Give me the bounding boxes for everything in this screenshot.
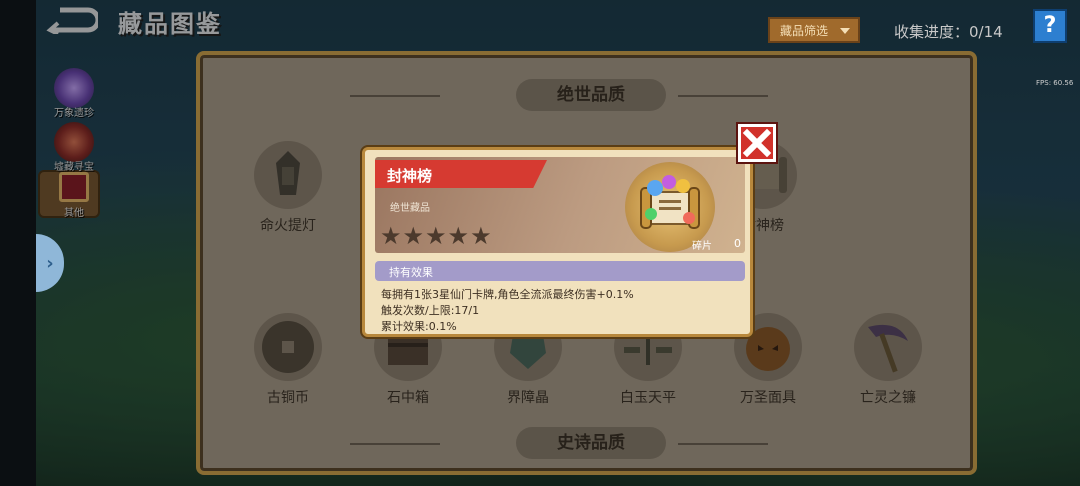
close-icon bbox=[742, 128, 772, 158]
help-button[interactable]: ? bbox=[1033, 9, 1067, 43]
effect-header: 持有效果 bbox=[389, 266, 433, 279]
item-detail-modal: 封神榜 绝世藏品 ★★★★★ 碎片 0 持有效果 每拥有1张3星仙门卡牌,角色全… bbox=[362, 147, 753, 337]
effect-text: 触发次数/上限:17/1 bbox=[381, 304, 480, 317]
fragment-count: 0 bbox=[734, 237, 741, 250]
item-rarity: 绝世藏品 bbox=[390, 203, 430, 214]
effect-text: 每拥有1张3星仙门卡牌,角色全流派最终伤害+0.1% bbox=[381, 288, 634, 301]
star-rating: ★★★★★ bbox=[380, 224, 493, 248]
close-button[interactable] bbox=[738, 124, 776, 162]
star-icon: ★ bbox=[380, 222, 402, 250]
fps-counter: FPS: 60.56 bbox=[1036, 79, 1074, 87]
star-icon: ★ bbox=[470, 222, 492, 250]
fragment-label: 碎片 bbox=[692, 241, 712, 252]
item-detail-title: 封神榜 bbox=[387, 167, 433, 185]
chevron-down-icon bbox=[840, 28, 850, 34]
effect-text: 累计效果:0.1% bbox=[381, 320, 457, 333]
collection-progress: 收集进度：0/14 bbox=[894, 23, 1003, 41]
filter-dropdown[interactable]: 藏品筛选 bbox=[768, 17, 860, 43]
filter-label: 藏品筛选 bbox=[780, 23, 829, 38]
effect-header-bar: 持有效果 bbox=[375, 261, 745, 281]
star-icon: ★ bbox=[425, 222, 447, 250]
star-icon: ★ bbox=[402, 222, 425, 250]
chevron-right-icon: › bbox=[46, 252, 54, 274]
item-detail-header: 封神榜 绝世藏品 ★★★★★ 碎片 0 bbox=[375, 157, 745, 253]
star-icon: ★ bbox=[447, 222, 470, 250]
screen-edge bbox=[0, 0, 36, 486]
